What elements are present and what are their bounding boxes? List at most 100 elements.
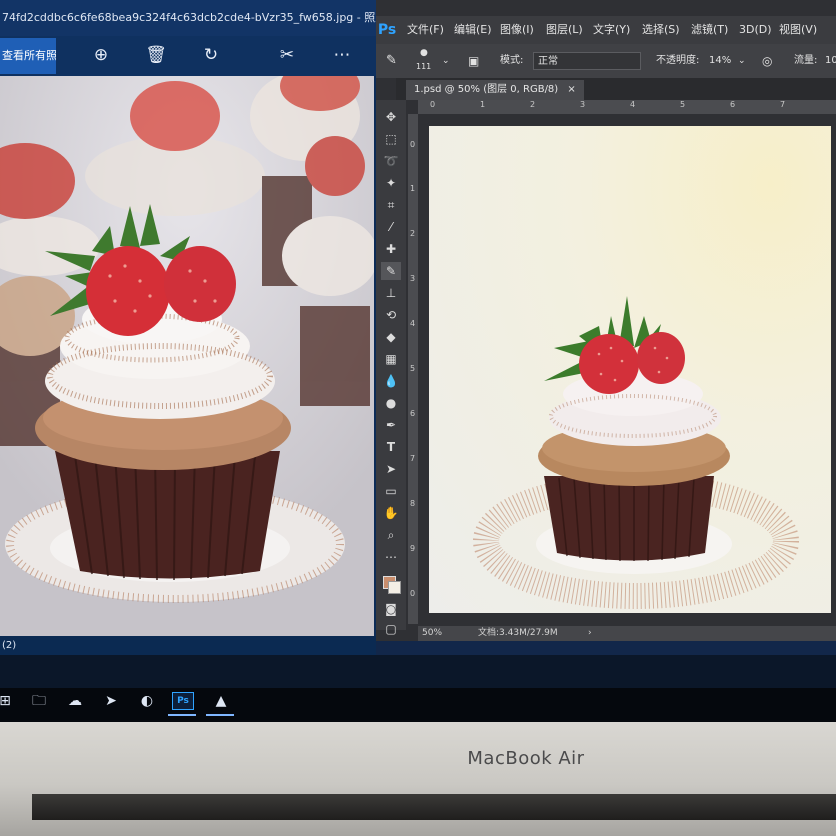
brush-tool-icon[interactable]: ✎ — [381, 262, 401, 280]
ruler-mark: 4 — [630, 100, 636, 109]
menu-image[interactable]: 图像(I) — [500, 16, 534, 44]
ruler-mark: 1 — [410, 184, 416, 193]
viewer-toolbar: 查看所有照片 ⊕ 🗑 ↻ ✂ ⋯ — [0, 36, 376, 76]
ps-canvas[interactable] — [429, 126, 831, 613]
opacity-label: 不透明度: — [656, 55, 700, 66]
desktop-strip — [376, 641, 836, 655]
type-tool-icon[interactable]: T — [381, 438, 401, 456]
delete-icon[interactable]: 🗑 — [145, 44, 167, 66]
doc-size: 文档:3.43M/27.9M — [478, 628, 558, 638]
close-icon[interactable]: × — [567, 84, 575, 95]
menu-view[interactable]: 视图(V) — [779, 16, 817, 44]
ruler-mark: 7 — [780, 100, 786, 109]
eraser-icon[interactable]: ◆ — [381, 328, 401, 346]
active-app-indicator — [168, 714, 196, 716]
path-selection-icon[interactable]: ➤ — [381, 460, 401, 478]
magic-wand-icon[interactable]: ✦ — [381, 174, 401, 192]
viewer-title: 74fd2cddbc6c6fe68bea9c324f4c63dcb2cde4-b… — [2, 11, 376, 24]
ruler-mark: 9 — [410, 544, 416, 553]
ps-options-bar: ✎ ● 111 ⌄ ▣ 模式: 正常 不透明度: 14% ⌄ ◎ 流量: 10 — [376, 44, 836, 78]
ruler-mark: 3 — [580, 100, 586, 109]
photos-viewer-window: 74fd2cddbc6c6fe68bea9c324f4c63dcb2cde4-b… — [0, 0, 378, 655]
ruler-mark: 7 — [410, 454, 416, 463]
rotate-icon[interactable]: ↻ — [200, 44, 222, 66]
color-swatches-icon[interactable] — [381, 574, 401, 594]
lasso-tool-icon[interactable]: ➰ — [381, 152, 401, 170]
clone-stamp-icon[interactable]: ⊥ — [381, 284, 401, 302]
pressure-opacity-icon[interactable]: ◎ — [762, 44, 772, 78]
ruler-vertical: 0 1 2 3 4 5 6 7 8 9 0 — [408, 114, 418, 624]
mode-select[interactable]: 正常 — [533, 52, 641, 70]
cupcake-photo-image — [0, 76, 374, 636]
menu-layer[interactable]: 图层(L) — [546, 16, 583, 44]
chevron-down-icon[interactable]: ⌄ — [442, 44, 450, 78]
ps-menu-bar: Ps 文件(F) 编辑(E) 图像(I) 图层(L) 文字(Y) 选择(S) 滤… — [376, 16, 836, 44]
crop-tool-icon[interactable]: ⌗ — [381, 196, 401, 214]
zoom-level[interactable]: 50% — [422, 626, 442, 641]
ruler-mark: 0 — [410, 140, 416, 149]
zoom-tool-icon[interactable]: ⌕ — [381, 526, 401, 544]
photos-taskbar-icon[interactable]: ▲ — [206, 688, 236, 714]
canvas-cupcake-image — [473, 296, 799, 609]
edit-tools-icon[interactable]: ✂ — [276, 44, 298, 66]
rectangle-tool-icon[interactable]: ▭ — [381, 482, 401, 500]
ps-tools-panel: ✥ ⬚ ➰ ✦ ⌗ ⁄ ✚ ✎ ⊥ ⟲ ◆ ▦ 💧 ● ✒ T ➤ ▭ ✋ ⌕ … — [376, 100, 406, 636]
more-tools-icon[interactable]: ⋯ — [381, 548, 401, 566]
quick-mask-icon[interactable]: ◙ — [381, 600, 401, 618]
ruler-mark: 2 — [530, 100, 536, 109]
browser-icon[interactable]: ◐ — [132, 688, 162, 714]
start-icon[interactable]: ⊞ — [0, 688, 20, 714]
photoshop-window: Ps 文件(F) 编辑(E) 图像(I) 图层(L) 文字(Y) 选择(S) 滤… — [376, 0, 836, 655]
menu-type[interactable]: 文字(Y) — [593, 16, 630, 44]
marquee-tool-icon[interactable]: ⬚ — [381, 130, 401, 148]
more-options-icon[interactable]: ⋯ — [331, 44, 353, 66]
chat-app-icon[interactable]: ☁ — [60, 688, 90, 714]
see-all-photos-button[interactable]: 查看所有照片 — [0, 38, 56, 74]
opacity-value[interactable]: 14% — [709, 44, 731, 78]
eyedropper-icon[interactable]: ⁄ — [381, 218, 401, 236]
ruler-mark: 0 — [430, 100, 436, 109]
zoom-in-icon[interactable]: ⊕ — [90, 44, 112, 66]
viewer-status: (2) — [0, 636, 378, 655]
ps-status-bar: 50% 文档:3.43M/27.9M › — [418, 626, 836, 641]
blur-tool-icon[interactable]: 💧 — [381, 372, 401, 390]
history-brush-icon[interactable]: ⟲ — [381, 306, 401, 324]
ps-logo: Ps — [377, 22, 397, 38]
gradient-tool-icon[interactable]: ▦ — [381, 350, 401, 368]
document-tab[interactable]: 1.psd @ 50% (图层 0, RGB/8) × — [406, 80, 584, 100]
menu-file[interactable]: 文件(F) — [407, 16, 444, 44]
ruler-mark: 6 — [730, 100, 736, 109]
dodge-tool-icon[interactable]: ● — [381, 394, 401, 412]
menu-edit[interactable]: 编辑(E) — [454, 16, 492, 44]
ruler-mark: 5 — [680, 100, 686, 109]
brush-tool-icon[interactable]: ✎ — [386, 44, 397, 78]
photoshop-taskbar-icon[interactable]: Ps — [172, 692, 194, 710]
healing-brush-icon[interactable]: ✚ — [381, 240, 401, 258]
menu-select[interactable]: 选择(S) — [642, 16, 680, 44]
cupcake-photo — [0, 76, 374, 636]
telegram-icon[interactable]: ➤ — [96, 688, 126, 714]
file-explorer-icon[interactable]: 🗀 — [24, 688, 54, 714]
flow-value[interactable]: 10 — [825, 44, 836, 78]
mode-value: 正常 — [538, 56, 558, 67]
ruler-mark: 2 — [410, 229, 416, 238]
chevron-down-icon[interactable]: ⌄ — [738, 44, 746, 78]
viewer-title-bar: 74fd2cddbc6c6fe68bea9c324f4c63dcb2cde4-b… — [0, 0, 376, 36]
move-tool-icon[interactable]: ✥ — [381, 108, 401, 126]
menu-filter[interactable]: 滤镜(T) — [691, 16, 728, 44]
laptop-brand: MacBook Air — [467, 748, 585, 769]
brush-panel-icon[interactable]: ▣ — [468, 44, 479, 78]
pen-tool-icon[interactable]: ✒ — [381, 416, 401, 434]
menu-3d[interactable]: 3D(D) — [739, 16, 772, 44]
screen-mode-icon[interactable]: ▢ — [381, 620, 401, 638]
ruler-mark: 1 — [480, 100, 486, 109]
hand-tool-icon[interactable]: ✋ — [381, 504, 401, 522]
ruler-horizontal: 0 1 2 3 4 5 6 7 — [418, 100, 836, 114]
flow-label: 流量: — [794, 55, 818, 66]
laptop-screen: 74fd2cddbc6c6fe68bea9c324f4c63dcb2cde4-b… — [0, 0, 836, 722]
brush-size-value[interactable]: 111 — [416, 56, 431, 78]
ruler-mark: 0 — [410, 589, 416, 598]
ps-document-tabs: 1.psd @ 50% (图层 0, RGB/8) × — [396, 78, 836, 100]
ruler-mark: 4 — [410, 319, 416, 328]
chevron-right-icon[interactable]: › — [588, 626, 592, 641]
